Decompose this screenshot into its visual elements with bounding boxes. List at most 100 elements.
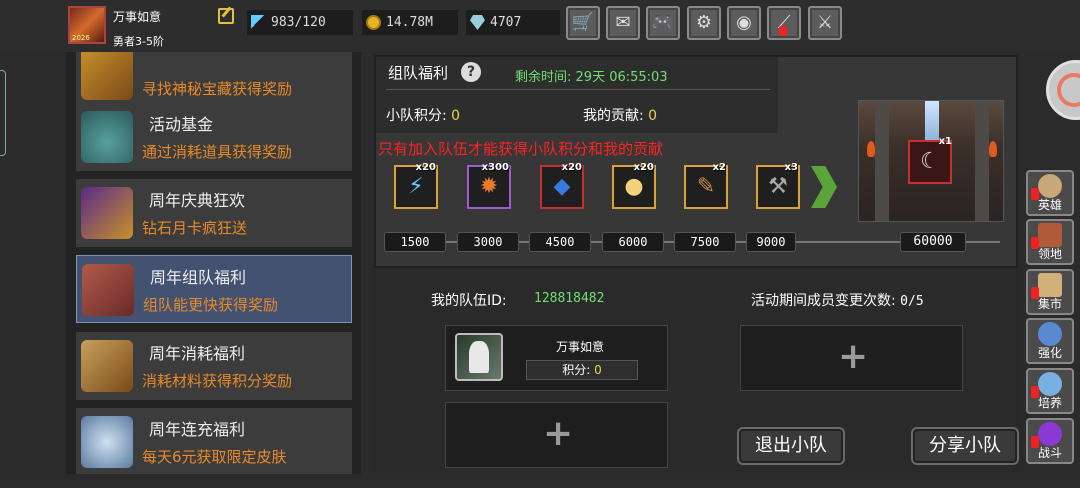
- avatar-year-tag: 2026: [72, 34, 90, 42]
- hammer-icon: ⚒: [768, 174, 788, 199]
- nav-battle[interactable]: 战斗: [1026, 418, 1074, 464]
- sidebar-item-desc: 每天6元获取限定皮肤: [142, 448, 287, 466]
- nav-cultivate[interactable]: 培养: [1026, 368, 1074, 414]
- milestone: 3000: [457, 232, 519, 252]
- member-change-label: 活动期间成员变更次数:: [751, 293, 896, 309]
- sidebar-item-consume[interactable]: 周年消耗福利 消耗材料获得积分奖励: [76, 332, 352, 400]
- milestone: 9000: [746, 232, 796, 252]
- add-member-icon: +: [543, 413, 574, 454]
- shop-button[interactable]: 🛒: [566, 6, 600, 40]
- nav-territory[interactable]: 领地: [1026, 219, 1074, 265]
- leave-team-button[interactable]: 退出小队: [737, 427, 845, 465]
- reward-qty: x20: [561, 162, 582, 173]
- player-avatar[interactable]: 2026: [68, 6, 106, 44]
- member-avatar[interactable]: [455, 333, 503, 381]
- pillar: [875, 101, 889, 221]
- sidebar-item-recharge[interactable]: 周年连充福利 每天6元获取限定皮肤: [76, 408, 352, 474]
- reward-qty: x20: [415, 162, 436, 173]
- coin-icon: [366, 15, 381, 30]
- reward-slot[interactable]: ◆ x20: [540, 162, 584, 209]
- member-score-value: 0: [594, 363, 602, 377]
- reward-qty: x300: [481, 162, 509, 173]
- share-team-button[interactable]: 分享小队: [911, 427, 1019, 465]
- team-id-value: 128818482: [534, 291, 605, 306]
- reward-slot[interactable]: ⚒ x3: [756, 162, 800, 209]
- sidebar-item-title: 周年连充福利: [149, 420, 246, 439]
- broom-button[interactable]: ⟋: [767, 6, 801, 40]
- member-score-label: 积分:: [562, 363, 591, 377]
- reward-qty: x3: [784, 162, 798, 173]
- market-icon: [1038, 273, 1062, 297]
- games-button[interactable]: 🎮: [646, 6, 680, 40]
- castle-icon: [1038, 223, 1062, 247]
- empty-member-slot[interactable]: +: [740, 325, 963, 391]
- nav-label: 领地: [1037, 247, 1062, 261]
- cart-icon: 🛒: [571, 12, 595, 33]
- final-reward-slot[interactable]: ☾ x1: [908, 136, 952, 184]
- nav-label: 战斗: [1037, 446, 1062, 460]
- add-member-icon: +: [838, 336, 869, 377]
- edit-name-icon[interactable]: [218, 8, 234, 24]
- reward-slot[interactable]: ✹ x300: [467, 162, 511, 209]
- milestone: 6000: [602, 232, 664, 252]
- diamond-card-icon: [81, 187, 133, 239]
- sidebar-item-team-welfare[interactable]: 周年组队福利 组队能更快获得奖励: [76, 255, 352, 323]
- reward-slot[interactable]: ✎ x2: [684, 162, 728, 209]
- skin-card-icon: ☾: [920, 149, 940, 174]
- nav-enhance[interactable]: 强化: [1026, 318, 1074, 364]
- sidebar-item-celebration[interactable]: 周年庆典狂欢 钻石月卡疯狂送: [76, 179, 352, 247]
- egg-icon: ●: [624, 174, 644, 199]
- milestone: 7500: [674, 232, 736, 252]
- team-points-value: 0: [451, 108, 461, 124]
- milestone-final: 60000: [900, 232, 966, 252]
- scroll-icon: ✎: [696, 174, 716, 199]
- nav-label: 英雄: [1037, 198, 1062, 212]
- color-wheel-button[interactable]: ◉: [727, 6, 761, 40]
- treasure-box-icon: [81, 52, 133, 100]
- member-score: 积分: 0: [526, 360, 638, 380]
- money-bag-icon: [81, 111, 133, 163]
- energy-counter: 983/120: [247, 10, 353, 35]
- battle-button[interactable]: ⚔: [808, 6, 842, 40]
- reward-slot[interactable]: ● x20: [612, 162, 656, 209]
- sidebar-item-treasure[interactable]: 寻找神秘宝藏获得奖励: [76, 52, 352, 108]
- help-icon[interactable]: ?: [461, 62, 481, 82]
- nav-heroes[interactable]: 英雄: [1026, 170, 1074, 216]
- join-team-warning: 只有加入队伍才能获得小队积分和我的贡献: [378, 140, 664, 158]
- sidebar-item-title: 周年庆典狂欢: [149, 191, 246, 210]
- sidebar-item-title: 周年组队福利: [150, 268, 247, 287]
- shield-icon: [1038, 322, 1062, 346]
- ice-crystal-icon: [81, 416, 133, 468]
- reward-slot[interactable]: ⚡ x20: [394, 162, 438, 209]
- nav-label: 集市: [1037, 297, 1062, 311]
- reward-qty: x20: [633, 162, 654, 173]
- team-points-label: 小队积分:: [386, 108, 447, 124]
- fire-orb-icon: ✹: [479, 174, 499, 199]
- coin-value: 14.78M: [386, 15, 433, 30]
- sidebar-item-desc: 组队能更快获得奖励: [143, 296, 279, 314]
- floating-assist-button[interactable]: [1046, 60, 1080, 120]
- empty-member-slot[interactable]: +: [445, 402, 668, 468]
- lightning-icon: [251, 15, 266, 30]
- alert-badge: [779, 26, 787, 36]
- settings-button[interactable]: ⚙: [687, 6, 721, 40]
- left-drawer-handle[interactable]: [0, 70, 6, 156]
- gem-counter: 4707: [466, 10, 560, 35]
- reward-qty: x2: [712, 162, 726, 173]
- remaining-label: 剩余时间:: [515, 70, 572, 85]
- crossed-swords-icon: ⚔: [816, 12, 834, 33]
- mail-button[interactable]: ✉: [606, 6, 640, 40]
- member-change-count: 活动期间成员变更次数: 0/5: [751, 290, 924, 310]
- gear-icon: ⚙: [695, 12, 713, 33]
- team-points: 小队积分: 0: [386, 105, 460, 125]
- assist-icon: [1057, 73, 1080, 107]
- sidebar-item-desc: 钻石月卡疯狂送: [142, 219, 248, 237]
- top-bar: 2026 万事如意 勇者3-5阶 983/120 14.78M 4707 🛒 ✉…: [0, 0, 1080, 52]
- sidebar-item-desc: 通过消耗道具获得奖励: [142, 143, 293, 161]
- sidebar-item-fund[interactable]: 活动基金 通过消耗道具获得奖励: [76, 103, 352, 171]
- event-sidebar: 寻找神秘宝藏获得奖励 活动基金 通过消耗道具获得奖励 周年庆典狂欢 钻石月卡疯狂…: [66, 52, 361, 474]
- member-name: 万事如意: [556, 340, 605, 354]
- remaining-time: 剩余时间: 29天 06:55:03: [515, 66, 668, 85]
- diamond-icon: [470, 15, 485, 30]
- nav-market[interactable]: 集市: [1026, 269, 1074, 315]
